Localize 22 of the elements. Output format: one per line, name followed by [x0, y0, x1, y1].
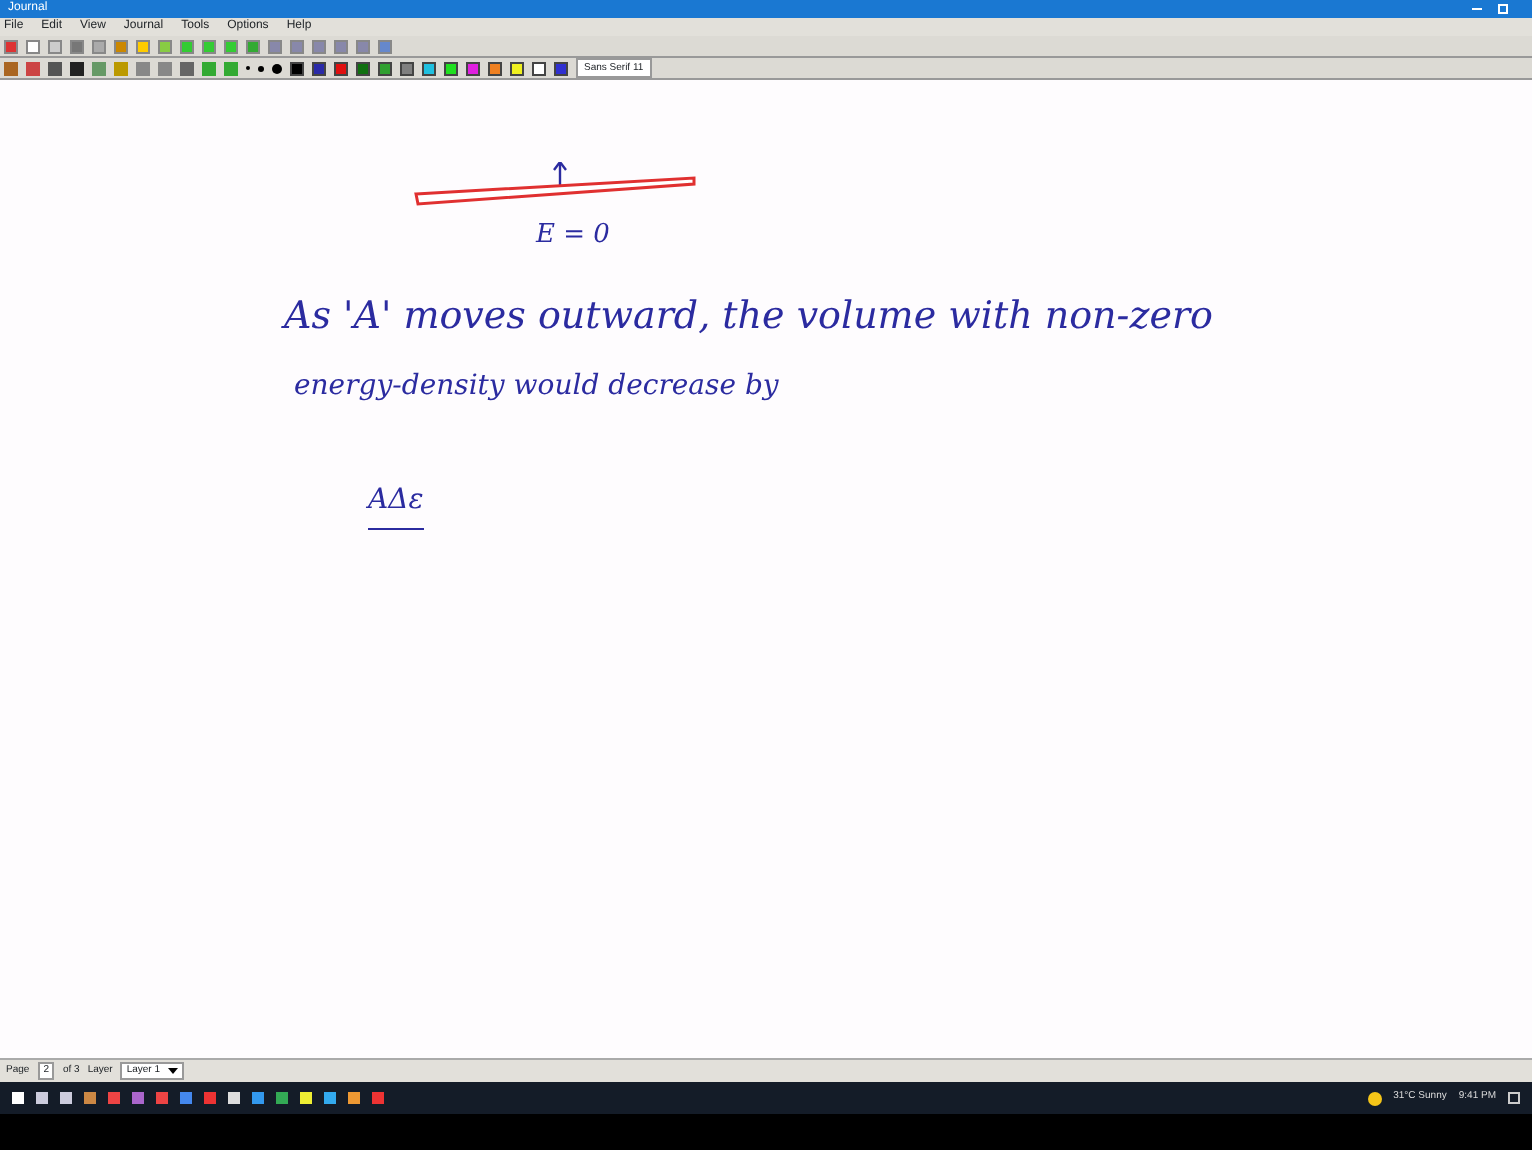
color-swatch[interactable] [510, 61, 524, 75]
color-swatch[interactable] [466, 61, 480, 75]
handwritten-label: E = 0 [536, 218, 610, 254]
handwritten-text: energy-density would decrease by [294, 368, 779, 406]
color-swatch[interactable] [488, 61, 502, 75]
color-swatch[interactable] [356, 61, 370, 75]
notification-icon[interactable] [1508, 1092, 1520, 1104]
color-swatch[interactable] [378, 61, 392, 75]
color-swatch[interactable] [532, 61, 546, 75]
color-swatch[interactable] [444, 61, 458, 75]
handwritten-term: AΔε [368, 480, 424, 530]
sun-icon [1367, 1091, 1382, 1105]
color-swatch[interactable] [400, 61, 414, 75]
handwritten-text: As 'A' moves outward, the volume with non-zero [284, 292, 1213, 342]
color-swatch[interactable] [290, 61, 304, 75]
color-swatch[interactable] [334, 61, 348, 75]
maximize-icon[interactable] [1498, 4, 1508, 14]
color-swatch[interactable] [554, 61, 568, 75]
caret-icon [167, 1068, 178, 1074]
pen-width-icon[interactable] [258, 65, 264, 71]
color-swatch[interactable] [422, 61, 436, 75]
color-swatch[interactable] [312, 61, 326, 75]
